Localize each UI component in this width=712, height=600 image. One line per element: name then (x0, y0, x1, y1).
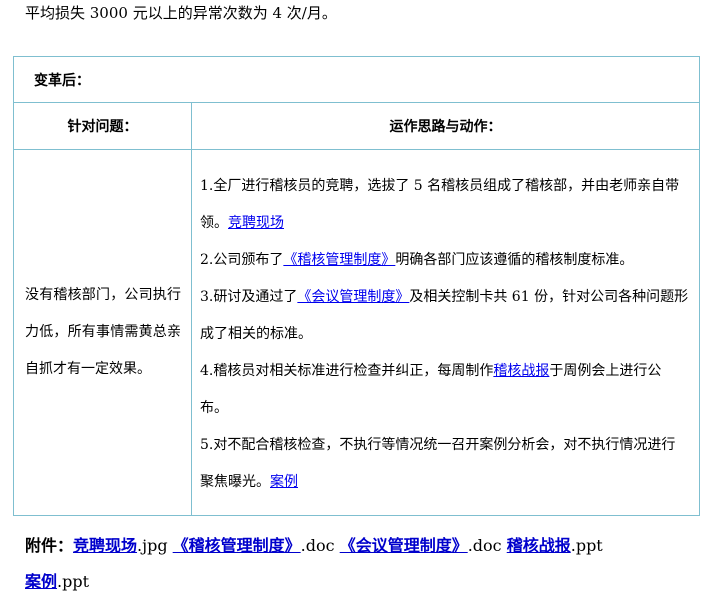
problem-text: 没有稽核部门，公司执行力低，所有事情需黄总亲自抓才有一定效果。 (13, 149, 192, 516)
attachment-competition-scene[interactable]: 竞聘现场 (73, 536, 137, 555)
action-item-4: 4.稽核员对相关标准进行检查并纠正，每周制作稽核战报于周例会上进行公布。 (200, 363, 662, 416)
section-title: 变革后： (13, 56, 700, 103)
action-text: 3.研讨及通过了 (200, 289, 298, 305)
case-link[interactable]: 案例 (270, 474, 298, 490)
audit-management-rules-link[interactable]: 《稽核管理制度》 (283, 252, 395, 268)
attachment-meeting-rules[interactable]: 《会议管理制度》 (340, 536, 468, 555)
competition-scene-link[interactable]: 竞聘现场 (228, 215, 284, 231)
intro-text: 平均损失 3000 元以上的异常次数为 4 次/月。 (25, 4, 337, 22)
action-item-2: 2.公司颁布了《稽核管理制度》明确各部门应该遵循的稽核制度标准。 (200, 252, 634, 268)
action-item-1: 1.全厂进行稽核员的竞聘，选拔了 5 名稽核员组成了稽核部，并由老师亲自带领。竞… (200, 168, 689, 242)
attachment-audit-report[interactable]: 稽核战报 (507, 536, 571, 555)
reform-table: 变革后： 针对问题： 运作思路与动作： 没有稽核部门，公司执行力低，所有事情需黄… (13, 56, 700, 516)
audit-report-link[interactable]: 稽核战报 (493, 363, 549, 379)
attachment-audit-rules[interactable]: 《稽核管理制度》 (173, 536, 301, 555)
action-text: 2.公司颁布了 (200, 252, 284, 268)
action-item-3: 3.研讨及通过了《会议管理制度》及相关控制卡共 61 份，针对公司各种问题形成了… (200, 289, 689, 342)
meeting-management-rules-link[interactable]: 《会议管理制度》 (297, 289, 409, 305)
problem-header: 针对问题： (13, 102, 192, 150)
action-text: 4.稽核员对相关标准进行检查并纠正，每周制作 (200, 363, 494, 379)
actions-header: 运作思路与动作： (191, 102, 700, 150)
attachments: 附件：竞聘现场.jpg 《稽核管理制度》.doc 《会议管理制度》.doc 稽核… (25, 536, 603, 591)
action-item-5: 5.对不配合稽核检查，不执行等情况统一召开案例分析会，对不执行情况进行聚焦曝光。… (200, 427, 689, 501)
actions-cell: 1.全厂进行稽核员的竞聘，选拔了 5 名稽核员组成了稽核部，并由老师亲自带领。竞… (191, 149, 700, 516)
attachments-label: 附件： (25, 536, 74, 555)
attachment-case[interactable]: 案例 (25, 572, 57, 591)
